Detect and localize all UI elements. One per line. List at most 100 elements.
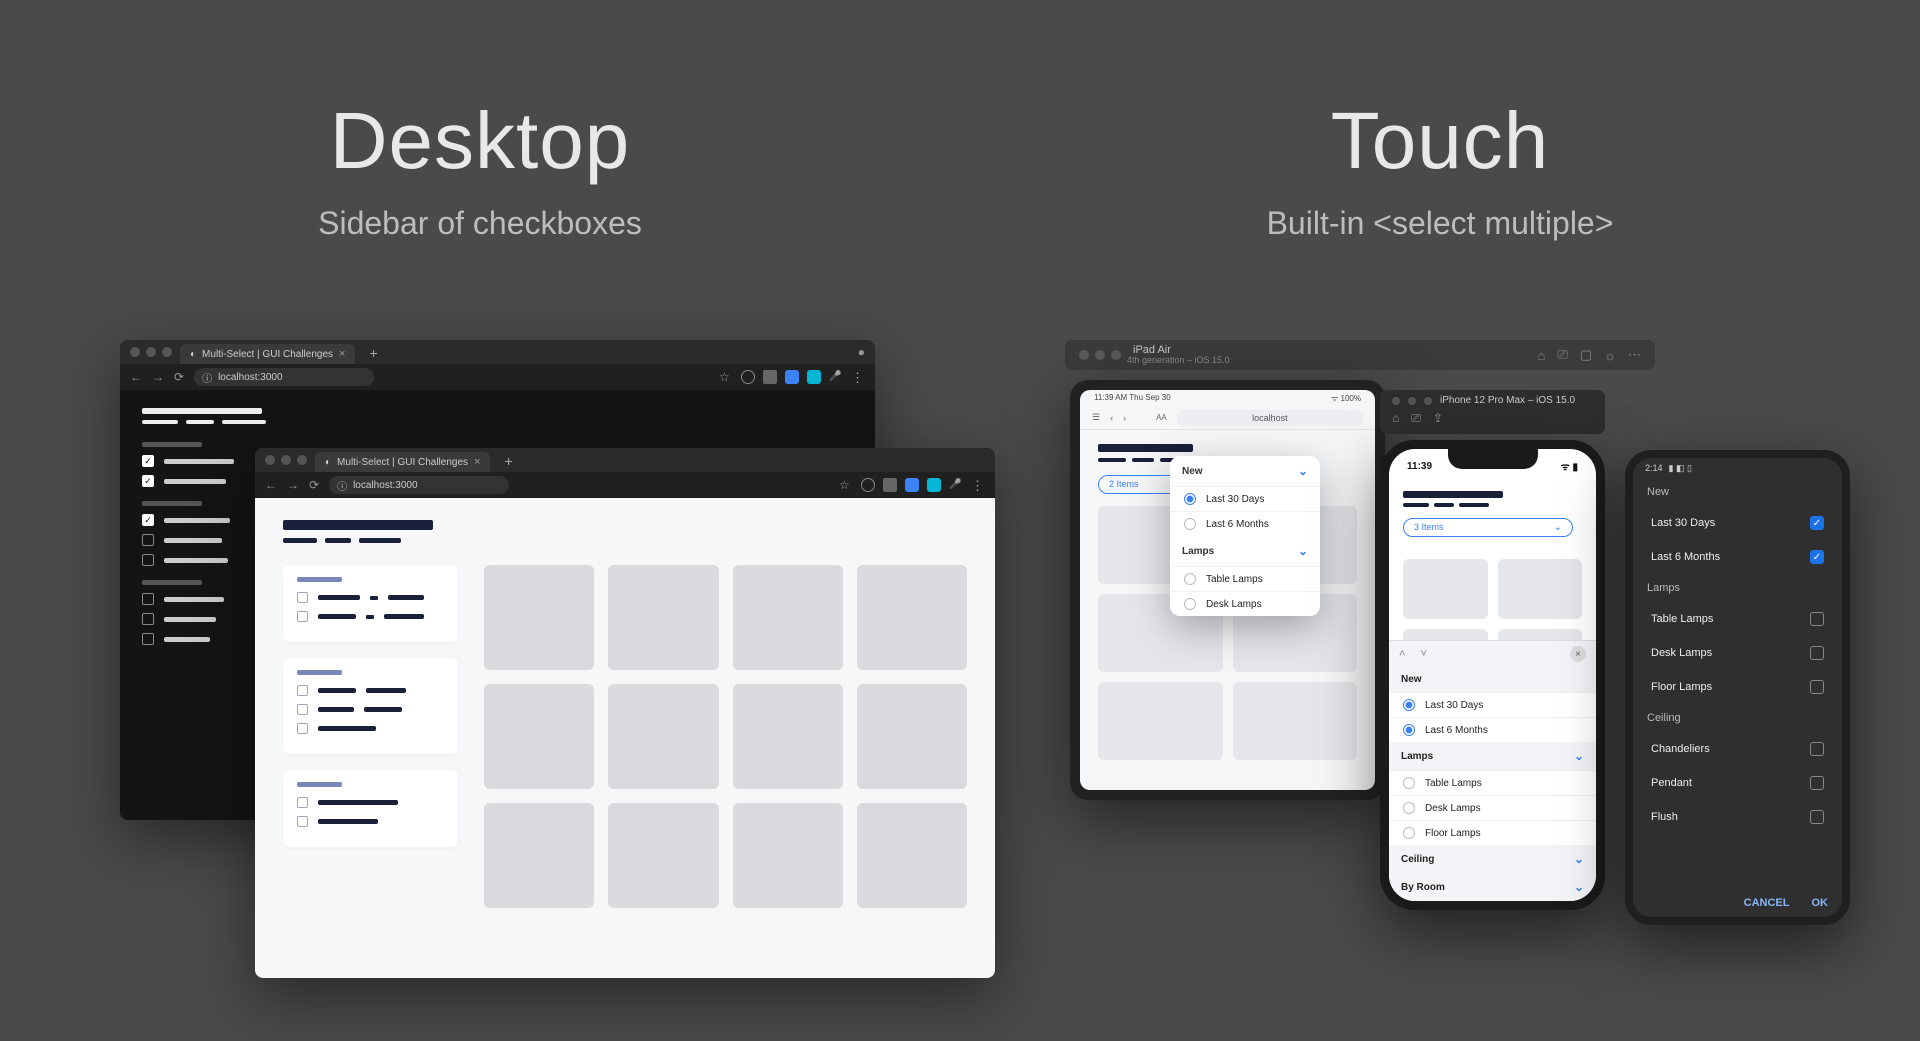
forward-icon[interactable]: › xyxy=(1123,413,1126,423)
checkbox-row[interactable] xyxy=(297,816,444,827)
checkbox-icon[interactable] xyxy=(1810,680,1824,694)
radio-icon[interactable] xyxy=(1184,573,1196,585)
result-tile[interactable] xyxy=(1098,682,1223,760)
checkbox-row[interactable] xyxy=(142,534,262,546)
option-row[interactable]: Floor Lamps xyxy=(1633,670,1842,704)
result-tile[interactable] xyxy=(484,684,594,789)
option-row[interactable]: Pendant xyxy=(1633,766,1842,800)
option-row[interactable]: Desk Lamps xyxy=(1389,795,1596,820)
result-tile[interactable] xyxy=(857,684,967,789)
window-close-icon[interactable]: ● xyxy=(858,345,865,359)
checkbox-icon[interactable] xyxy=(1810,742,1824,756)
window-controls[interactable] xyxy=(130,347,172,357)
radio-icon[interactable] xyxy=(1184,493,1196,505)
checkbox-icon[interactable] xyxy=(1810,550,1824,564)
checkbox-row[interactable] xyxy=(142,514,262,526)
select-pill[interactable]: 3 Items xyxy=(1403,518,1573,537)
option-row[interactable]: Flush xyxy=(1633,800,1842,834)
home-icon[interactable]: ⌂ xyxy=(1392,411,1399,426)
result-tile[interactable] xyxy=(608,803,718,908)
new-tab-button[interactable]: + xyxy=(504,453,512,469)
checkbox-row[interactable] xyxy=(142,475,262,487)
menu-icon[interactable] xyxy=(851,370,865,384)
result-tile[interactable] xyxy=(733,684,843,789)
screenshot-icon[interactable]: ⎚ xyxy=(1557,347,1567,363)
extensions-icon[interactable] xyxy=(763,370,777,384)
radio-icon[interactable] xyxy=(1184,518,1196,530)
window-controls[interactable] xyxy=(1079,350,1121,360)
checkbox-icon[interactable] xyxy=(142,455,154,467)
checkbox-icon[interactable] xyxy=(142,554,154,566)
screenshot-icon[interactable]: ⎚ xyxy=(1411,411,1421,426)
result-tile[interactable] xyxy=(1233,682,1358,760)
browser-tab[interactable]: ◐ Multi-Select | GUI Challenges × xyxy=(315,452,490,472)
url-field[interactable]: ⓘ localhost:3000 xyxy=(194,368,374,386)
close-icon[interactable]: × xyxy=(1570,646,1586,662)
option-row[interactable]: Table Lamps xyxy=(1633,602,1842,636)
extension-icon[interactable] xyxy=(785,370,799,384)
back-icon[interactable]: ‹ xyxy=(1110,413,1113,423)
cancel-button[interactable]: CANCEL xyxy=(1744,897,1790,909)
checkbox-icon[interactable] xyxy=(142,613,154,625)
result-tile[interactable] xyxy=(857,565,967,670)
share-icon[interactable]: ⇪ xyxy=(1433,411,1443,426)
checkbox-icon[interactable] xyxy=(297,797,308,808)
home-icon[interactable]: ⌂ xyxy=(1538,348,1546,363)
option-row[interactable]: Chandeliers xyxy=(1633,732,1842,766)
forward-icon[interactable]: → xyxy=(287,478,299,492)
select-popover[interactable]: New⌄Last 30 DaysLast 6 MonthsLamps⌄Table… xyxy=(1170,456,1320,616)
optgroup-header[interactable]: Lamps⌄ xyxy=(1170,536,1320,566)
option-row[interactable]: Table Lamps xyxy=(1170,566,1320,591)
checkbox-row[interactable] xyxy=(142,633,262,645)
site-info-icon[interactable]: ⓘ xyxy=(337,478,347,493)
checkbox-row[interactable] xyxy=(297,592,444,603)
option-row[interactable]: Last 6 Months xyxy=(1633,540,1842,574)
checkbox-icon[interactable] xyxy=(1810,646,1824,660)
checkbox-icon[interactable] xyxy=(297,592,308,603)
url-field[interactable]: ⓘ localhost:3000 xyxy=(329,476,509,494)
close-tab-icon[interactable]: × xyxy=(474,456,480,468)
reload-icon[interactable]: ⟳ xyxy=(309,478,319,492)
checkbox-row[interactable] xyxy=(297,704,444,715)
radio-icon[interactable] xyxy=(1403,724,1415,736)
result-tile[interactable] xyxy=(733,565,843,670)
checkbox-icon[interactable] xyxy=(297,816,308,827)
extensions-icon[interactable] xyxy=(883,478,897,492)
appearance-icon[interactable]: ☼ xyxy=(1604,348,1616,363)
checkbox-row[interactable] xyxy=(142,613,262,625)
checkbox-icon[interactable] xyxy=(297,704,308,715)
extension-icon[interactable] xyxy=(905,478,919,492)
site-info-icon[interactable]: ⓘ xyxy=(202,370,212,385)
checkbox-icon[interactable] xyxy=(142,593,154,605)
reload-icon[interactable]: ⟳ xyxy=(174,370,184,384)
checkbox-icon[interactable] xyxy=(1810,810,1824,824)
checkbox-row[interactable] xyxy=(297,611,444,622)
result-tile[interactable] xyxy=(1403,559,1488,619)
extension-icon[interactable] xyxy=(807,370,821,384)
result-tile[interactable] xyxy=(608,684,718,789)
checkbox-icon[interactable] xyxy=(1810,776,1824,790)
option-row[interactable]: Table Lamps xyxy=(1389,770,1596,795)
optgroup-header[interactable]: Lamps⌄ xyxy=(1389,742,1596,770)
extension-icon[interactable] xyxy=(861,478,875,492)
extension-icon[interactable] xyxy=(741,370,755,384)
result-tile[interactable] xyxy=(1498,559,1583,619)
option-row[interactable]: Floor Lamps xyxy=(1389,820,1596,845)
checkbox-icon[interactable] xyxy=(1810,516,1824,530)
checkbox-icon[interactable] xyxy=(297,685,308,696)
checkbox-icon[interactable] xyxy=(142,514,154,526)
text-size-icon[interactable]: AA xyxy=(1156,413,1167,422)
optgroup-header[interactable]: New xyxy=(1389,667,1596,692)
option-row[interactable]: Desk Lamps xyxy=(1633,636,1842,670)
radio-icon[interactable] xyxy=(1403,802,1415,814)
option-row[interactable]: Desk Lamps xyxy=(1170,591,1320,616)
result-tile[interactable] xyxy=(733,803,843,908)
checkbox-icon[interactable] xyxy=(142,633,154,645)
checkbox-row[interactable] xyxy=(297,797,444,808)
radio-icon[interactable] xyxy=(1403,777,1415,789)
checkbox-row[interactable] xyxy=(142,455,262,467)
bookmark-icon[interactable] xyxy=(719,370,733,384)
checkbox-icon[interactable] xyxy=(297,723,308,734)
option-row[interactable]: Last 6 Months xyxy=(1389,717,1596,742)
select-dialog[interactable]: NewLast 30 DaysLast 6 MonthsLampsTable L… xyxy=(1633,478,1842,834)
